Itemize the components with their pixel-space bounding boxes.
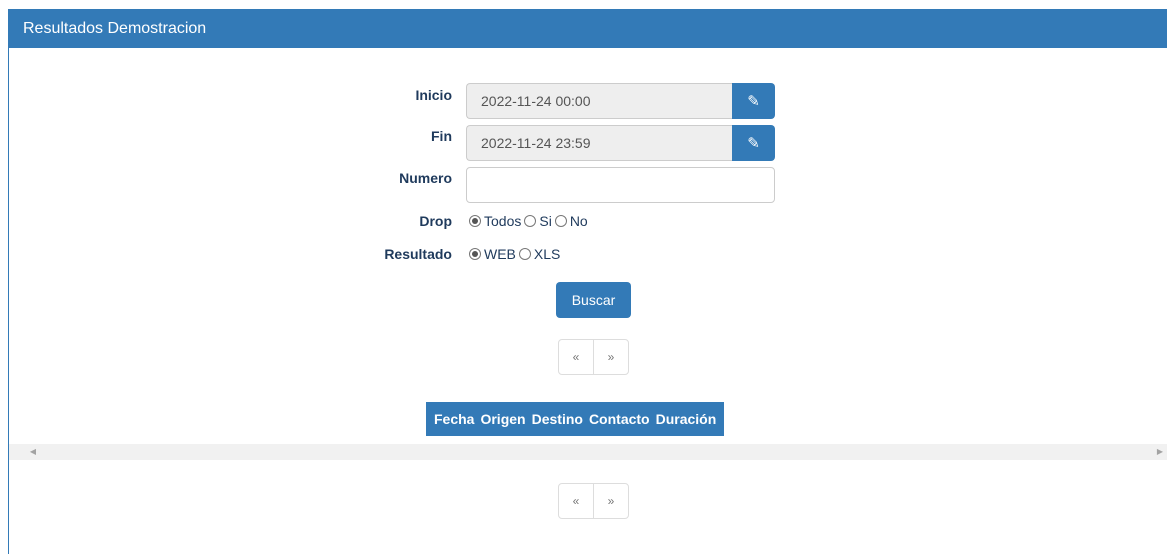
radio-si[interactable] [524,215,537,227]
inicio-input-group: 2022-11-24 00:00 ✎ [466,83,775,119]
resultado-radio-group: WEB XLS [469,244,563,264]
column-header-destino[interactable]: Destino [532,411,583,427]
inicio-row: Inicio 2022-11-24 00:00 ✎ [9,83,1167,119]
buscar-button[interactable]: Buscar [556,282,631,318]
panel-title: Resultados Demostracion [9,10,1167,48]
radio-web[interactable] [469,248,481,260]
resultado-option-web[interactable]: WEB [469,246,516,262]
pager-next-button[interactable]: » [593,484,628,518]
drop-label: Drop [419,213,452,229]
fin-label: Fin [431,128,452,144]
fin-input[interactable]: 2022-11-24 23:59 [466,125,732,161]
fin-input-group: 2022-11-24 23:59 ✎ [466,125,775,161]
column-header-contacto[interactable]: Contacto [589,411,650,427]
resultado-row: Resultado WEB XLS [9,243,1167,279]
fin-row: Fin 2022-11-24 23:59 ✎ [9,125,1167,161]
numero-row: Numero [9,167,1167,203]
results-table-header: Fecha Origen Destino Contacto Duración [426,402,725,436]
drop-option-todos[interactable]: Todos [469,213,521,229]
arrow-left-icon[interactable]: ◀ [25,444,41,460]
arrow-right-icon[interactable]: ▶ [1152,444,1167,460]
resultado-label: Resultado [384,246,452,262]
numero-input[interactable] [466,167,775,203]
pager-bottom: « » [558,483,629,519]
column-header-fecha[interactable]: Fecha [434,411,474,427]
drop-option-no[interactable]: No [554,213,588,229]
inicio-edit-button[interactable]: ✎ [732,83,775,119]
fin-edit-button[interactable]: ✎ [732,125,775,161]
pager-prev-button[interactable]: « [559,340,593,374]
inicio-label: Inicio [415,87,452,103]
drop-row: Drop Todos Si No [9,210,1167,246]
resultado-option-xls[interactable]: XLS [518,246,560,262]
radio-no[interactable] [554,215,567,227]
pencil-icon: ✎ [747,93,760,110]
numero-label: Numero [399,170,452,186]
pencil-icon: ✎ [747,135,760,152]
results-panel: Resultados Demostracion Inicio 2022-11-2… [8,9,1167,554]
radio-xls[interactable] [518,248,531,260]
inicio-input[interactable]: 2022-11-24 00:00 [466,83,732,119]
column-header-duracion[interactable]: Duración [656,411,717,427]
column-header-origen[interactable]: Origen [480,411,525,427]
pager-next-button[interactable]: » [593,340,628,374]
pager-prev-button[interactable]: « [559,484,593,518]
drop-option-si[interactable]: Si [524,213,552,229]
radio-todos[interactable] [469,215,481,227]
drop-radio-group: Todos Si No [469,211,591,231]
horizontal-scrollbar[interactable]: ◀ ▶ [9,444,1167,460]
pager-top: « » [558,339,629,375]
